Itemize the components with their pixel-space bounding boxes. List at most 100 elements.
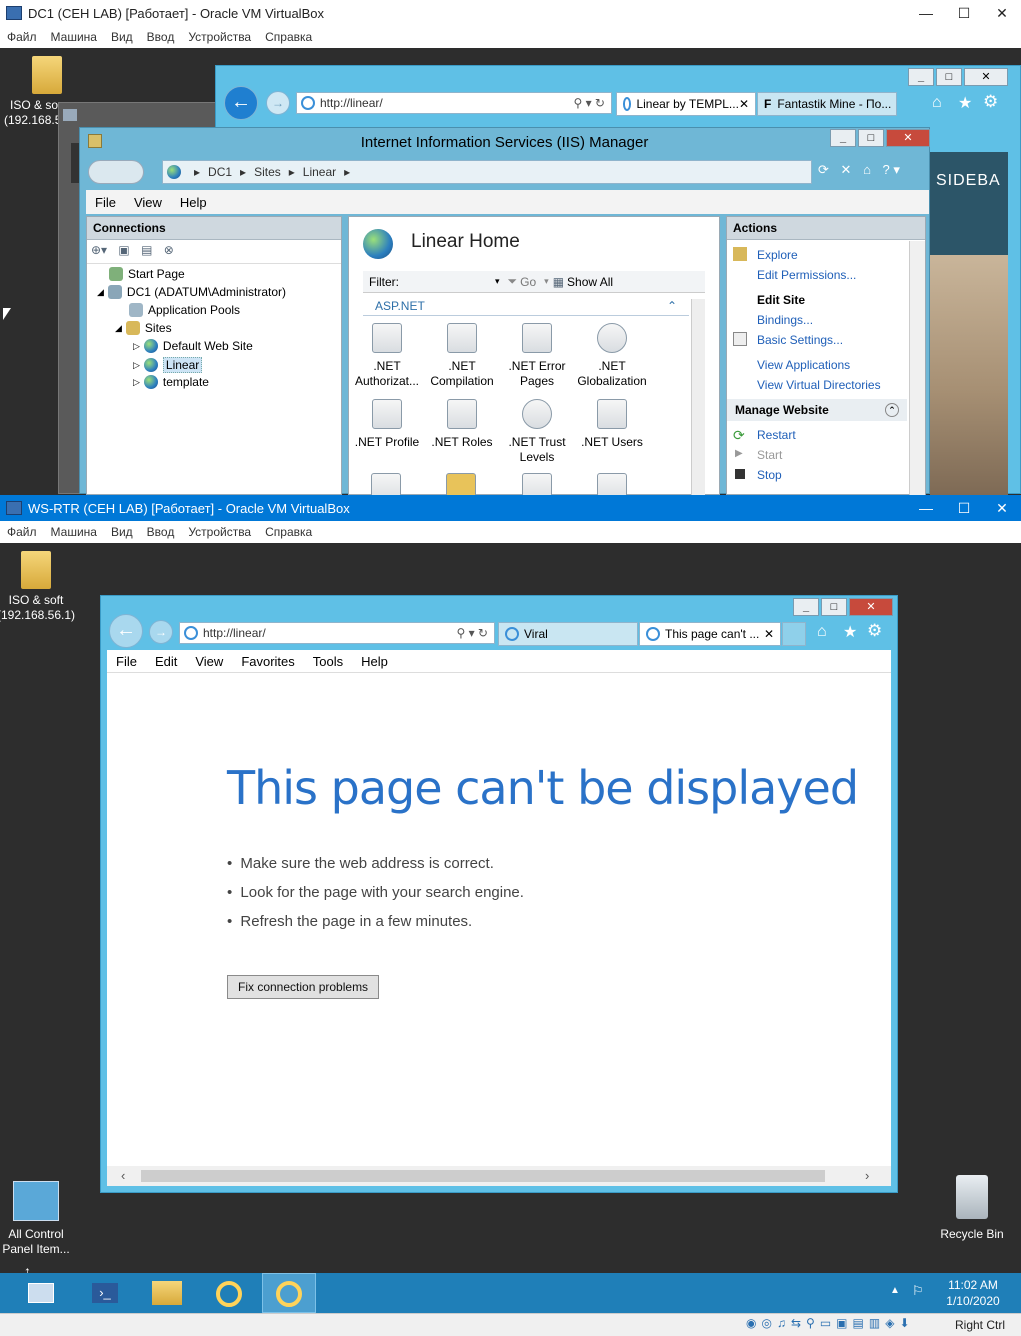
tree-linear[interactable]: ▷ Linear (133, 357, 203, 373)
disconnect-icon[interactable]: ⊗ (164, 243, 174, 257)
desktop-icon-iso[interactable]: ISO & soft (192.168.56.1) (0, 551, 76, 623)
tab-viral[interactable]: Viral (498, 622, 638, 646)
menu-view[interactable]: View (186, 654, 232, 669)
feature-net-authorization[interactable]: .NET Authorizat... (349, 323, 425, 389)
save-icon[interactable]: ▣ (118, 243, 129, 257)
feature-icon[interactable] (446, 473, 477, 495)
collapse-icon[interactable]: ◢ (115, 323, 122, 334)
feature-icon[interactable] (371, 473, 401, 495)
tree-sites[interactable]: ◢ Sites (115, 321, 172, 335)
iis-titlebar[interactable]: Internet Information Services (IIS) Mana… (80, 128, 930, 155)
menu-input[interactable]: Ввод (140, 30, 182, 44)
menu-help[interactable]: Справка (258, 525, 319, 539)
stop-icon[interactable]: ✕ (841, 162, 852, 177)
breadcrumb[interactable]: ▸ DC1 ▸ Sites ▸ Linear ▸ (162, 160, 812, 184)
address-bar[interactable]: http://linear/ ⚲ ▾ ↻ (179, 622, 495, 644)
tray-expand-icon[interactable]: ▲ (890, 1285, 900, 1296)
feature-net-users[interactable]: .NET Users (574, 399, 650, 450)
close-icon[interactable]: ✕ (983, 500, 1021, 517)
mouse-integration-icon[interactable]: ◈ (885, 1316, 899, 1330)
menu-file[interactable]: File (107, 654, 146, 669)
menu-file[interactable]: Файл (0, 30, 44, 44)
collapse-icon[interactable]: ⌃ (885, 403, 899, 417)
menu-input[interactable]: Ввод (140, 525, 182, 539)
connect-icon[interactable]: ⊕▾ (91, 243, 107, 257)
usb-icon[interactable]: ⚲ (806, 1316, 820, 1330)
forward-button[interactable]: → (149, 620, 173, 644)
tab-linear[interactable]: Linear by TEMPL... ✕ (616, 92, 756, 116)
maximize-icon[interactable]: ☐ (945, 5, 983, 22)
cd-icon[interactable]: ◎ (761, 1316, 776, 1330)
tab-fantastik[interactable]: F Fantastik Mine - По... (757, 92, 897, 116)
breadcrumb-dc1[interactable]: DC1 (208, 165, 232, 179)
close-button[interactable]: ✕ (849, 598, 893, 616)
collapse-icon[interactable]: ◢ (97, 287, 104, 298)
hdd-icon[interactable]: ◉ (746, 1316, 761, 1330)
display-icon[interactable]: ▣ (836, 1316, 852, 1330)
expand-icon[interactable]: ▷ (133, 360, 140, 371)
desktop-icon-recycle-bin[interactable]: Recycle Bin (932, 1175, 1012, 1242)
menu-machine[interactable]: Машина (44, 525, 104, 539)
action-bindings[interactable]: Bindings... (757, 313, 813, 327)
favorites-icon[interactable]: ★ (843, 622, 857, 642)
filter-input[interactable] (405, 274, 495, 290)
feature-net-globalization[interactable]: .NET Globalization (574, 323, 650, 389)
home-icon[interactable]: ⌂ (932, 94, 942, 112)
action-view-virtual-dirs[interactable]: View Virtual Directories (757, 378, 881, 392)
close-button[interactable]: ✕ (964, 68, 1008, 86)
minimize-icon[interactable]: — (907, 500, 945, 517)
scroll-right-icon[interactable]: › (865, 1168, 869, 1183)
desktop-icon-iso[interactable]: ISO & so (192.168.5 (4, 56, 64, 128)
action-stop[interactable]: Stop (757, 468, 782, 482)
action-view-applications[interactable]: View Applications (757, 358, 850, 372)
expand-icon[interactable]: ▷ (133, 341, 140, 352)
menu-tools[interactable]: Tools (304, 654, 352, 669)
feature-net-error-pages[interactable]: .NET Error Pages (499, 323, 575, 389)
home-icon[interactable]: ⌂ (863, 162, 871, 177)
breadcrumb-linear[interactable]: Linear (303, 165, 336, 179)
vm2-titlebar[interactable]: WS-RTR (CEH LAB) [Работает] - Oracle VM … (0, 495, 1021, 521)
show-all-button[interactable]: Show All (567, 275, 613, 289)
tools-gear-icon[interactable]: ⚙ (983, 92, 998, 112)
tools-gear-icon[interactable]: ⚙ (867, 621, 882, 641)
minimize-button[interactable]: _ (830, 129, 856, 147)
tree-app-pools[interactable]: Application Pools (129, 303, 240, 317)
tab-error-page[interactable]: This page can't ... ✕ (639, 622, 781, 646)
minimize-button[interactable]: _ (793, 598, 819, 616)
taskbar-ie-1[interactable] (202, 1273, 256, 1313)
folder-up-icon[interactable]: ▤ (141, 243, 152, 257)
maximize-button[interactable]: □ (936, 68, 962, 86)
menu-devices[interactable]: Устройства (181, 525, 258, 539)
tray-clock[interactable]: 11:02 AM 1/10/2020 (940, 1277, 1006, 1309)
help-icon[interactable]: ? ▾ (883, 162, 900, 177)
desktop-icon-control-panel[interactable]: All Control Panel Item... (0, 1181, 76, 1257)
action-edit-permissions[interactable]: Edit Permissions... (757, 268, 856, 282)
go-button[interactable]: Go (520, 275, 536, 289)
search-icon[interactable]: ⚲ ▾ ↻ (456, 626, 494, 640)
actions-scrollbar[interactable] (909, 241, 925, 495)
vm1-titlebar[interactable]: DC1 (CEH LAB) [Работает] - Oracle VM Vir… (0, 0, 1021, 26)
menu-help[interactable]: Help (171, 195, 216, 210)
maximize-icon[interactable]: ☐ (945, 500, 983, 517)
forward-button[interactable]: → (266, 91, 290, 115)
shared-folder-icon[interactable]: ▭ (820, 1316, 836, 1330)
feature-icon[interactable] (521, 473, 552, 495)
minimize-icon[interactable]: — (907, 5, 945, 22)
feature-net-profile[interactable]: .NET Profile (349, 399, 425, 450)
tree-start-page[interactable]: Start Page (109, 267, 185, 281)
tree-default-web-site[interactable]: ▷ Default Web Site (133, 339, 253, 353)
minimize-button[interactable]: _ (908, 68, 934, 86)
menu-file[interactable]: File (86, 195, 125, 210)
menu-help[interactable]: Справка (258, 30, 319, 44)
maximize-button[interactable]: □ (858, 129, 884, 147)
keyboard-icon[interactable]: ⬇ (899, 1316, 914, 1330)
action-restart[interactable]: Restart (757, 428, 796, 442)
scroll-thumb[interactable] (141, 1170, 825, 1182)
chevron-down-icon[interactable]: ▾ (495, 276, 500, 287)
feature-icon[interactable] (597, 473, 628, 495)
tree-template[interactable]: ▷ template (133, 375, 209, 389)
favorites-icon[interactable]: ★ (958, 93, 972, 113)
cpu-icon[interactable]: ▥ (869, 1316, 885, 1330)
collapse-group-icon[interactable]: ⌃ (667, 299, 677, 313)
taskbar-ie-2[interactable] (262, 1273, 316, 1313)
